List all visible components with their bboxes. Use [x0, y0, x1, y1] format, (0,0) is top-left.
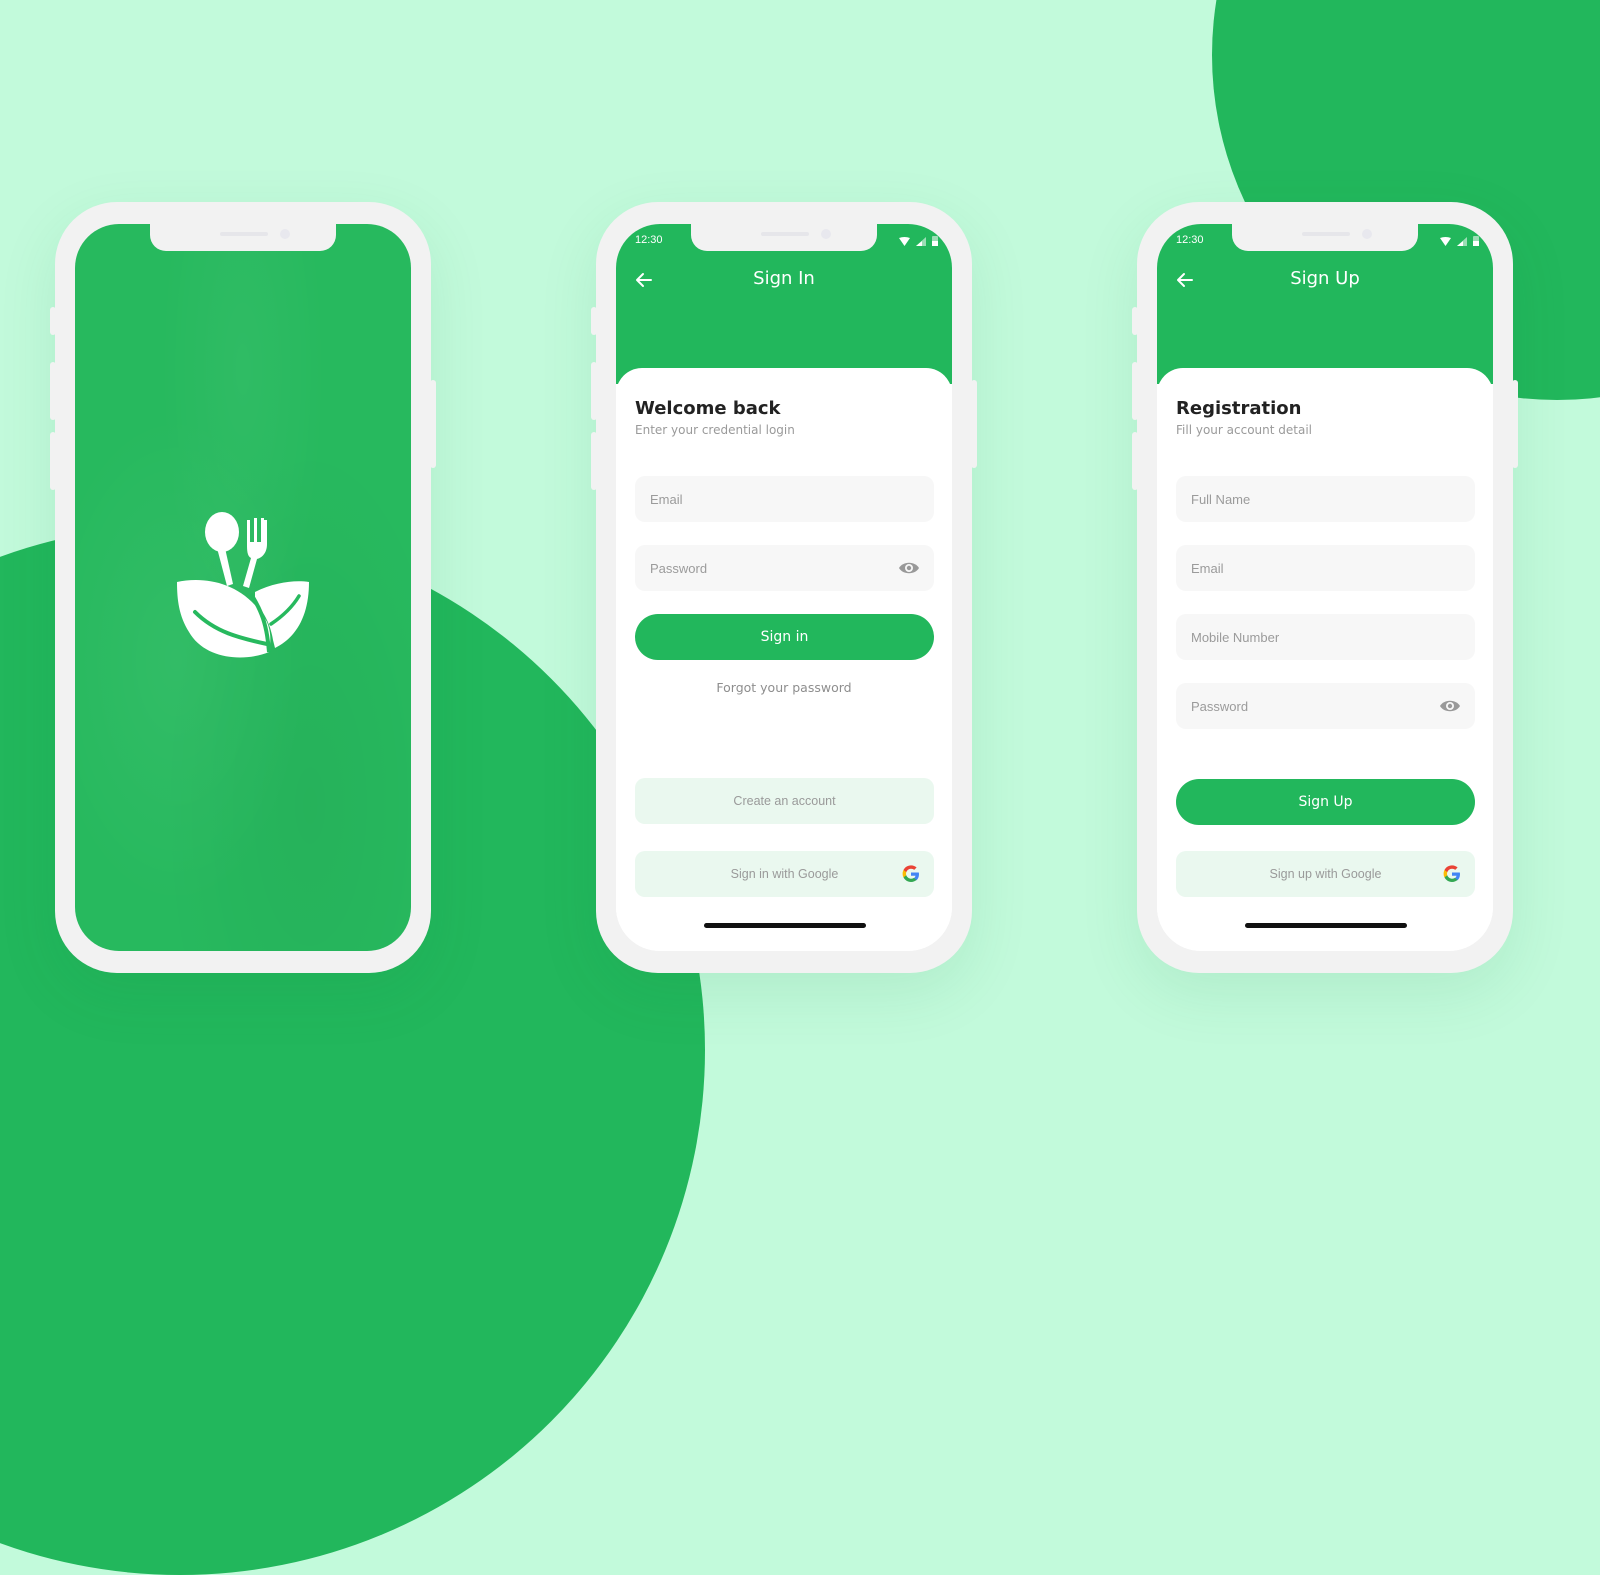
speaker [761, 232, 809, 236]
phone-notch [691, 224, 877, 251]
eye-icon[interactable] [1439, 697, 1461, 715]
camera [280, 229, 290, 239]
password-input[interactable] [1176, 683, 1475, 729]
eye-icon[interactable] [898, 559, 920, 577]
welcome-heading: Welcome back [635, 398, 781, 419]
registration-subheading: Fill your account detail [1176, 423, 1312, 437]
google-icon [902, 865, 919, 882]
email-field[interactable] [635, 476, 934, 522]
camera [821, 229, 831, 239]
speaker [1302, 232, 1350, 236]
signin-card: Welcome back Enter your credential login… [616, 368, 952, 951]
status-time: 12:30 [635, 234, 663, 246]
phone-side-button [50, 307, 56, 335]
phone-side-button [1132, 307, 1138, 335]
phone-signin: 12:30 Sign In Welcome back Enter your cr… [591, 202, 977, 973]
phone-side-button [50, 362, 56, 420]
google-signin-button[interactable]: Sign in with Google [635, 851, 934, 897]
email-input[interactable] [635, 476, 934, 522]
signin-button[interactable]: Sign in [635, 614, 934, 660]
status-time: 12:30 [1176, 234, 1204, 246]
password-field[interactable] [635, 545, 934, 591]
welcome-subheading: Enter your credential login [635, 423, 795, 437]
camera [1362, 229, 1372, 239]
signin-screen: 12:30 Sign In Welcome back Enter your cr… [616, 224, 952, 951]
fullname-input[interactable] [1176, 476, 1475, 522]
home-indicator [704, 923, 866, 928]
screen-title: Sign Up [1290, 268, 1360, 289]
battery-icon [1473, 236, 1479, 246]
wifi-icon [1440, 236, 1451, 246]
google-signin-label: Sign in with Google [730, 867, 839, 881]
google-signup-button[interactable]: Sign up with Google [1176, 851, 1475, 897]
wifi-icon [899, 236, 910, 246]
leaf-spoon-fork-logo-icon [177, 512, 309, 658]
email-field[interactable] [1176, 545, 1475, 591]
phone-signup: 12:30 Sign Up Registration Fill your acc… [1132, 202, 1518, 973]
cellular-signal-icon [1457, 236, 1467, 246]
phone-side-button [430, 380, 436, 468]
phone-side-button [1512, 380, 1518, 468]
phone-splash [50, 202, 436, 973]
create-account-button[interactable]: Create an account [635, 778, 934, 824]
signup-button[interactable]: Sign Up [1176, 779, 1475, 825]
google-signup-label: Sign up with Google [1269, 867, 1382, 881]
forgot-password-link[interactable]: Forgot your password [616, 680, 952, 695]
google-icon [1443, 865, 1460, 882]
phone-notch [1232, 224, 1418, 251]
screen-title: Sign In [753, 268, 815, 289]
phone-side-button [591, 307, 597, 335]
password-field[interactable] [1176, 683, 1475, 729]
home-indicator [1245, 923, 1407, 928]
cellular-signal-icon [916, 236, 926, 246]
phone-notch [150, 224, 336, 251]
signup-screen: 12:30 Sign Up Registration Fill your acc… [1157, 224, 1493, 951]
password-input[interactable] [635, 545, 934, 591]
registration-heading: Registration [1176, 398, 1302, 419]
phone-side-button [1132, 432, 1138, 490]
mobile-input[interactable] [1176, 614, 1475, 660]
signup-card: Registration Fill your account detail Si… [1157, 368, 1493, 951]
create-account-label: Create an account [733, 794, 836, 808]
phone-side-button [591, 432, 597, 490]
phone-side-button [971, 380, 977, 468]
phone-side-button [1132, 362, 1138, 420]
battery-icon [932, 236, 938, 246]
mobile-field[interactable] [1176, 614, 1475, 660]
splash-screen [75, 224, 411, 951]
speaker [220, 232, 268, 236]
phone-side-button [591, 362, 597, 420]
email-input[interactable] [1176, 545, 1475, 591]
fullname-field[interactable] [1176, 476, 1475, 522]
phone-side-button [50, 432, 56, 490]
